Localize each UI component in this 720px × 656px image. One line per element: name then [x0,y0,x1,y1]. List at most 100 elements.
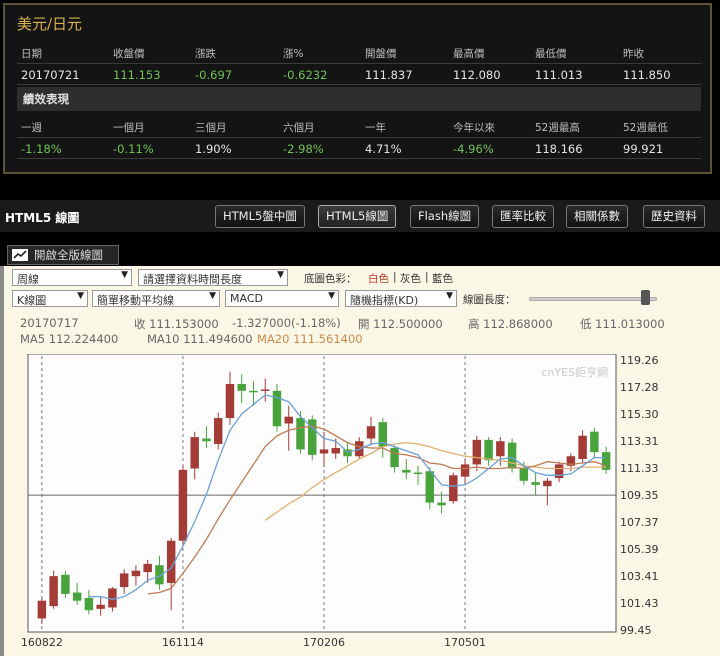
chart-type-select-value: K線圖 [17,294,47,307]
info-low: 低 111.013000 [580,317,665,331]
perf-header-1y: 一年 [365,122,386,134]
quote-header-row: 日期 收盤價 漲跌 漲% 開盤價 最高價 最低價 昨收 [17,43,701,63]
info-ma20: MA20 111.561400 [257,332,363,346]
bg-blue-option[interactable]: 藍色 [432,271,453,286]
bg-separator: | [393,271,397,283]
perf-header-52l: 52週最低 [623,122,668,134]
tab-html5-intraday[interactable]: HTML5盤中圖 [215,205,305,228]
y-tick-label: 119.26 [620,354,659,367]
y-tick-label: 117.28 [620,381,659,394]
ma-type-select-value: 簡單移動平均線 [97,294,174,307]
candle-body [143,563,152,573]
x-tick-label: 170501 [444,636,486,649]
quote-value-row: 20170721 111.153 -0.697 -0.6232 111.837 … [17,65,701,85]
perf-header-1m: 一個月 [113,122,145,134]
y-tick-label: 107.37 [620,516,659,529]
dropdown-arrow-icon: ▼ [209,291,216,301]
candle-body [190,437,199,469]
quote-panel: 美元/日元 日期 收盤價 漲跌 漲% 開盤價 最高價 最低價 昨收 201707… [3,3,712,174]
open-full-chart-label: 開啟全版線圖 [34,248,103,262]
perf-3m: 1.90% [195,142,232,156]
candle-body [49,576,58,607]
candle-body [343,449,352,457]
candle-body [425,471,435,503]
quote-low: 111.013 [535,68,583,82]
bg-color-label: 底圖色彩： [304,273,357,285]
x-tick-label: 161114 [162,636,204,649]
perf-header-52h: 52週最高 [535,122,580,134]
tab-flash-chart[interactable]: Flash線圖 [410,205,480,228]
period-select[interactable]: 周線 ▼ [12,269,132,286]
bg-gray-option[interactable]: 灰色 [400,271,421,286]
quote-date: 20170721 [21,68,80,82]
quote-header-close: 收盤價 [113,48,145,60]
divider [17,137,701,138]
candle-body [413,472,423,475]
candle-body [61,574,70,594]
perf-header-1w: 一週 [21,122,42,134]
candle-body [496,441,505,457]
chart-length-slider-track[interactable] [529,297,657,301]
candle-body [590,431,599,453]
performance-value-row: -1.18% -0.11% 1.90% -2.98% 4.71% -4.96% … [17,139,701,159]
candle-body [249,390,258,393]
chart-area: 周線 ▼ 請選擇資料時間長度 ▼ 底圖色彩： 白色 | 灰色 | 藍色 K線圖 … [0,266,720,656]
indicator2-select-value: 隨機指標(KD) [350,294,419,307]
candle-body [272,390,282,427]
perf-1m: -0.11% [113,142,154,156]
y-tick-label: 111.33 [620,462,659,475]
candle-body [131,570,141,577]
candle-body [554,464,564,479]
candle-body [507,442,517,469]
indicator1-select[interactable]: MACD ▼ [225,290,339,307]
performance-section-title: 績效表現 [17,87,701,111]
line-chart-icon [12,249,28,261]
perf-header-3m: 三個月 [195,122,227,134]
info-ma5: MA5 112.224400 [20,332,119,346]
tab-correlation[interactable]: 相關係數 [566,205,628,228]
candle-body [119,573,129,588]
time-range-select[interactable]: 請選擇資料時間長度 ▼ [138,269,288,286]
y-tick-label: 101.43 [620,597,659,610]
period-select-value: 周線 [17,273,39,286]
indicator2-select[interactable]: 隨機指標(KD) ▼ [345,290,457,307]
candle-body [284,416,293,424]
info-high: 高 112.868000 [468,317,553,331]
candle-body [390,448,399,468]
time-range-select-value: 請選擇資料時間長度 [143,273,242,286]
chart-type-select[interactable]: K線圖 ▼ [12,290,88,307]
x-tick-label: 160822 [21,636,63,649]
quote-header-high: 最高價 [453,48,485,60]
candle-body [437,502,446,506]
perf-52l: 99.921 [623,142,664,156]
indicator1-select-value: MACD [230,292,263,305]
candle-body [37,600,47,619]
chart-length-slider-handle[interactable] [641,290,650,305]
info-open: 開 112.500000 [358,317,443,331]
y-tick-label: 103.41 [620,570,659,583]
performance-header-row: 一週 一個月 三個月 六個月 一年 今年以來 52週最高 52週最低 [17,117,701,137]
ma-type-select[interactable]: 簡單移動平均線 ▼ [92,290,220,307]
candle-body [460,464,470,477]
info-date: 20170717 [20,316,79,330]
candlestick-chart: 160822 161114 170206 170501 119.26 117.28 115.… [21,354,659,649]
bg-white-option[interactable]: 白色 [368,271,389,286]
dropdown-arrow-icon: ▼ [328,291,335,301]
y-tick-label: 109.35 [620,489,659,502]
perf-1w: -1.18% [21,142,62,156]
quote-header-low: 最低價 [535,48,567,60]
divider [17,63,701,64]
candle-body [402,469,411,473]
tab-html5-chart[interactable]: HTML5線圖 [318,205,397,228]
open-full-chart-button[interactable]: 開啟全版線圖 [7,245,119,265]
tab-fx-compare[interactable]: 匯率比較 [492,205,554,228]
candle-body [331,448,340,454]
quote-header-prev: 昨收 [623,48,644,60]
perf-ytd: -4.96% [453,142,494,156]
tab-history[interactable]: 歷史資料 [643,205,705,228]
candle-body [237,383,246,391]
quote-title: 美元/日元 [17,15,83,33]
dropdown-arrow-icon: ▼ [446,291,453,301]
quote-header-change: 漲跌 [195,48,216,60]
candle-body [96,604,105,609]
